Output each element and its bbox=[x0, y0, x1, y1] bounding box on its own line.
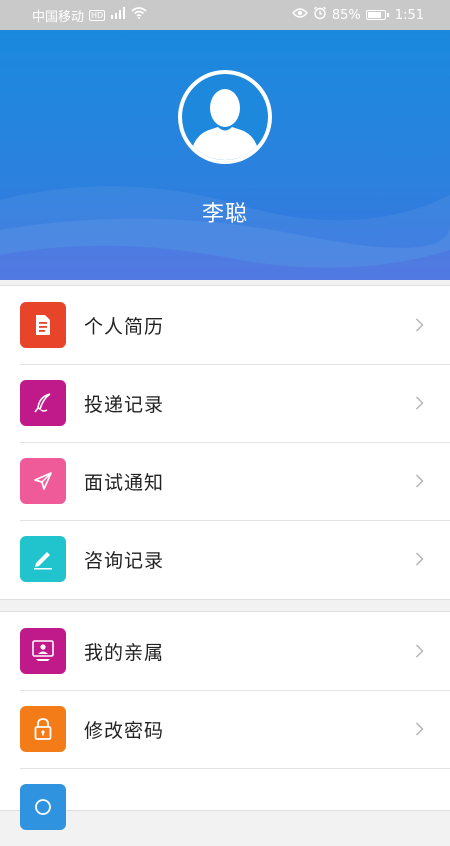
wifi-icon bbox=[131, 7, 147, 23]
chevron-right-icon bbox=[415, 474, 424, 488]
menu-group-1: 个人简历 投递记录 面试通知 咨询记录 bbox=[0, 285, 450, 600]
menu-item-label: 个人简历 bbox=[84, 315, 165, 338]
menu-item-delivery-records[interactable]: 投递记录 bbox=[0, 364, 450, 442]
alarm-icon bbox=[313, 6, 327, 24]
avatar[interactable] bbox=[178, 70, 272, 164]
menu-item-label: 面试通知 bbox=[84, 471, 165, 494]
lock-icon bbox=[20, 706, 66, 752]
menu-item-label: 我的亲属 bbox=[84, 641, 165, 664]
family-icon bbox=[20, 628, 66, 674]
menu-item-consult-records[interactable]: 咨询记录 bbox=[0, 520, 450, 598]
menu-item-label: 投递记录 bbox=[84, 393, 165, 416]
status-bar-left: 中国移动 HD bbox=[32, 6, 147, 25]
menu-item-label: 修改密码 bbox=[84, 719, 165, 742]
battery-level bbox=[367, 12, 381, 18]
menu-item-more[interactable] bbox=[0, 768, 450, 846]
chevron-right-icon bbox=[415, 396, 424, 410]
menu-item-my-relatives[interactable]: 我的亲属 bbox=[0, 612, 450, 690]
paper-plane-icon bbox=[20, 458, 66, 504]
user-name: 李聪 bbox=[201, 202, 248, 227]
chevron-right-icon bbox=[415, 552, 424, 566]
resume-document-icon bbox=[20, 302, 66, 348]
menu-item-interview-notice[interactable]: 面试通知 bbox=[0, 442, 450, 520]
battery-icon bbox=[365, 10, 389, 20]
chevron-right-icon bbox=[415, 644, 424, 658]
more-icon bbox=[20, 784, 66, 830]
menu-item-change-password[interactable]: 修改密码 bbox=[0, 690, 450, 768]
signal-icon bbox=[110, 7, 126, 23]
quill-pen-icon bbox=[20, 380, 66, 426]
menu-item-label: 咨询记录 bbox=[84, 549, 165, 572]
pencil-icon bbox=[20, 536, 66, 582]
carrier-label: 中国移动 bbox=[32, 9, 85, 25]
chevron-right-icon bbox=[415, 722, 424, 736]
hd-badge: HD bbox=[89, 9, 106, 21]
status-bar: 中国移动 HD 85% 1:51 bbox=[0, 0, 450, 30]
menu-item-resume[interactable]: 个人简历 bbox=[0, 286, 450, 364]
user-silhouette-icon bbox=[190, 89, 260, 160]
battery-percent: 85% bbox=[331, 7, 361, 23]
menu-group-2: 我的亲属 修改密码 bbox=[0, 611, 450, 830]
chevron-right-icon bbox=[415, 318, 424, 332]
status-bar-right: 85% 1:51 bbox=[291, 6, 424, 24]
profile-header: 李聪 bbox=[0, 30, 450, 280]
clock-time: 1:51 bbox=[394, 7, 424, 23]
eye-icon bbox=[291, 7, 308, 23]
